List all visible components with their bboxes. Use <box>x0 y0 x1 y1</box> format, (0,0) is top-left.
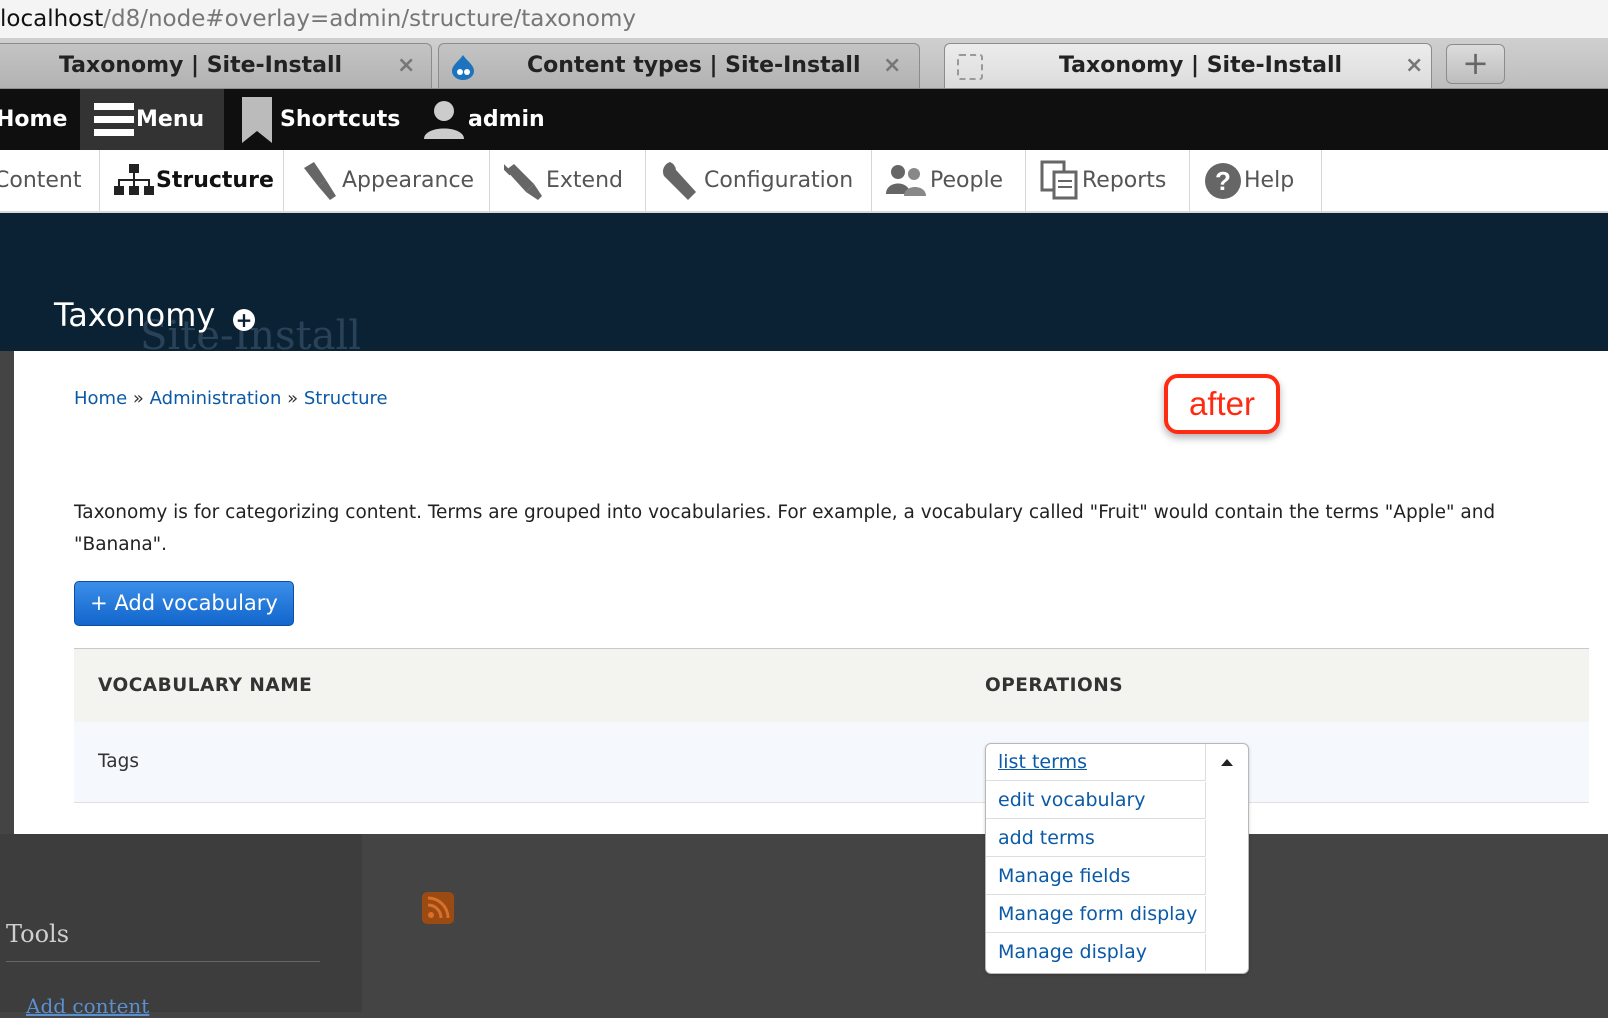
reports-icon <box>1040 160 1078 200</box>
vocabulary-name-cell: Tags <box>98 751 139 772</box>
plug-icon <box>504 162 542 200</box>
tray-item-appearance[interactable]: Appearance <box>284 150 490 211</box>
admin-toolbar: Home Menu Shortcuts admin <box>0 89 1608 150</box>
tray-item-content[interactable]: Content <box>0 150 100 211</box>
tray-item-label: Structure <box>156 168 274 193</box>
tray-item-structure[interactable]: Structure <box>100 150 284 211</box>
admin-tray: Content Structure Appearance Extend Conf… <box>0 150 1608 213</box>
new-tab-button[interactable]: + <box>1446 44 1505 84</box>
operation-manage-form-display-link[interactable]: Manage form display <box>986 896 1206 933</box>
tray-item-help[interactable]: ? Help <box>1190 150 1322 211</box>
help-text: Taxonomy is for categorizing content. Te… <box>74 502 1496 555</box>
operation-add-terms-link[interactable]: add terms <box>986 820 1206 857</box>
breadcrumb-home-link[interactable]: Home <box>74 388 127 409</box>
sidebar-add-content-link[interactable]: Add content <box>26 994 149 1018</box>
people-icon <box>886 165 926 196</box>
browser-tab-taxonomy-1[interactable]: Taxonomy | Site-Install × <box>0 43 432 88</box>
toolbar-menu-tab[interactable]: Menu <box>80 89 224 150</box>
sitemap-icon <box>114 164 154 195</box>
breadcrumb-administration-link[interactable]: Administration <box>150 388 282 409</box>
after-annotation-badge: after <box>1164 374 1280 434</box>
page-title: Taxonomy <box>54 296 216 334</box>
caret-up-icon <box>1221 759 1233 766</box>
breadcrumb-separator: » <box>287 388 299 409</box>
page-placeholder-icon <box>957 54 983 80</box>
tray-item-label: Help <box>1244 168 1295 193</box>
toolbar-user-label: admin <box>468 107 545 132</box>
tray-item-label: Reports <box>1082 168 1167 193</box>
table-header: VOCABULARY NAME OPERATIONS <box>74 648 1589 723</box>
page-header: Site-Install Taxonomy + <box>0 213 1608 351</box>
help-icon: ? <box>1205 163 1241 199</box>
tray-item-label: Extend <box>546 168 623 193</box>
tab-close-icon[interactable]: × <box>1405 44 1423 88</box>
hamburger-icon <box>94 103 134 136</box>
tray-item-label: Configuration <box>704 168 854 193</box>
tab-close-icon[interactable]: × <box>397 44 415 88</box>
operation-edit-vocabulary-link[interactable]: edit vocabulary <box>986 782 1206 819</box>
drupal-drop-icon <box>452 55 474 80</box>
table-row: Tags <box>74 722 1589 803</box>
tab-title: Taxonomy | Site-Install <box>59 53 343 78</box>
column-header-operations: OPERATIONS <box>985 675 1124 696</box>
paintbrush-icon <box>304 162 336 200</box>
add-vocabulary-button[interactable]: + Add vocabulary <box>74 581 294 626</box>
breadcrumb: Home » Administration » Structure <box>74 388 388 409</box>
wrench-icon <box>662 162 696 200</box>
operation-manage-display-link[interactable]: Manage display <box>986 934 1206 971</box>
operations-dropbutton: list terms edit vocabulary add terms Man… <box>985 743 1249 974</box>
tray-item-reports[interactable]: Reports <box>1026 150 1190 211</box>
column-header-vocabulary-name: VOCABULARY NAME <box>98 675 313 696</box>
browser-tab-strip: Taxonomy | Site-Install × Content types … <box>0 39 1608 89</box>
rss-feed-icon[interactable] <box>422 892 454 924</box>
dropbutton-toggle[interactable] <box>1207 744 1247 782</box>
tray-item-label: Content <box>0 168 82 193</box>
tab-title: Taxonomy | Site-Install <box>1059 53 1343 78</box>
add-shortcut-icon[interactable]: + <box>233 309 255 331</box>
tray-item-extend[interactable]: Extend <box>490 150 646 211</box>
url-bar[interactable]: localhost/d8/node#overlay=admin/structur… <box>0 0 1608 39</box>
operation-list-terms-link[interactable]: list terms <box>986 744 1206 781</box>
url-host: localhost <box>0 6 104 32</box>
tab-close-icon[interactable]: × <box>883 44 901 88</box>
bookmark-icon <box>242 97 272 143</box>
svg-text:?: ? <box>1215 166 1231 196</box>
tray-item-label: People <box>930 168 1004 193</box>
user-icon <box>424 101 464 139</box>
rss-glyph-icon <box>427 896 450 919</box>
url-path: /d8/node#overlay=admin/structure/taxonom… <box>103 6 637 32</box>
tray-item-configuration[interactable]: Configuration <box>646 150 872 211</box>
tray-item-label: Appearance <box>342 168 475 193</box>
tray-item-people[interactable]: People <box>872 150 1026 211</box>
toolbar-shortcuts-label: Shortcuts <box>280 107 401 132</box>
tab-title: Content types | Site-Install <box>527 53 861 78</box>
sidebar-tools-heading: Tools <box>6 920 70 948</box>
browser-tab-content-types[interactable]: Content types | Site-Install × <box>438 43 920 88</box>
toolbar-menu-label: Menu <box>136 107 205 132</box>
operation-manage-fields-link[interactable]: Manage fields <box>986 858 1206 895</box>
breadcrumb-structure-link[interactable]: Structure <box>304 388 388 409</box>
sidebar-divider <box>6 961 320 962</box>
browser-tab-taxonomy-2[interactable]: Taxonomy | Site-Install × <box>944 43 1432 88</box>
toolbar-home-link[interactable]: Home <box>0 89 67 150</box>
breadcrumb-separator: » <box>132 388 144 409</box>
